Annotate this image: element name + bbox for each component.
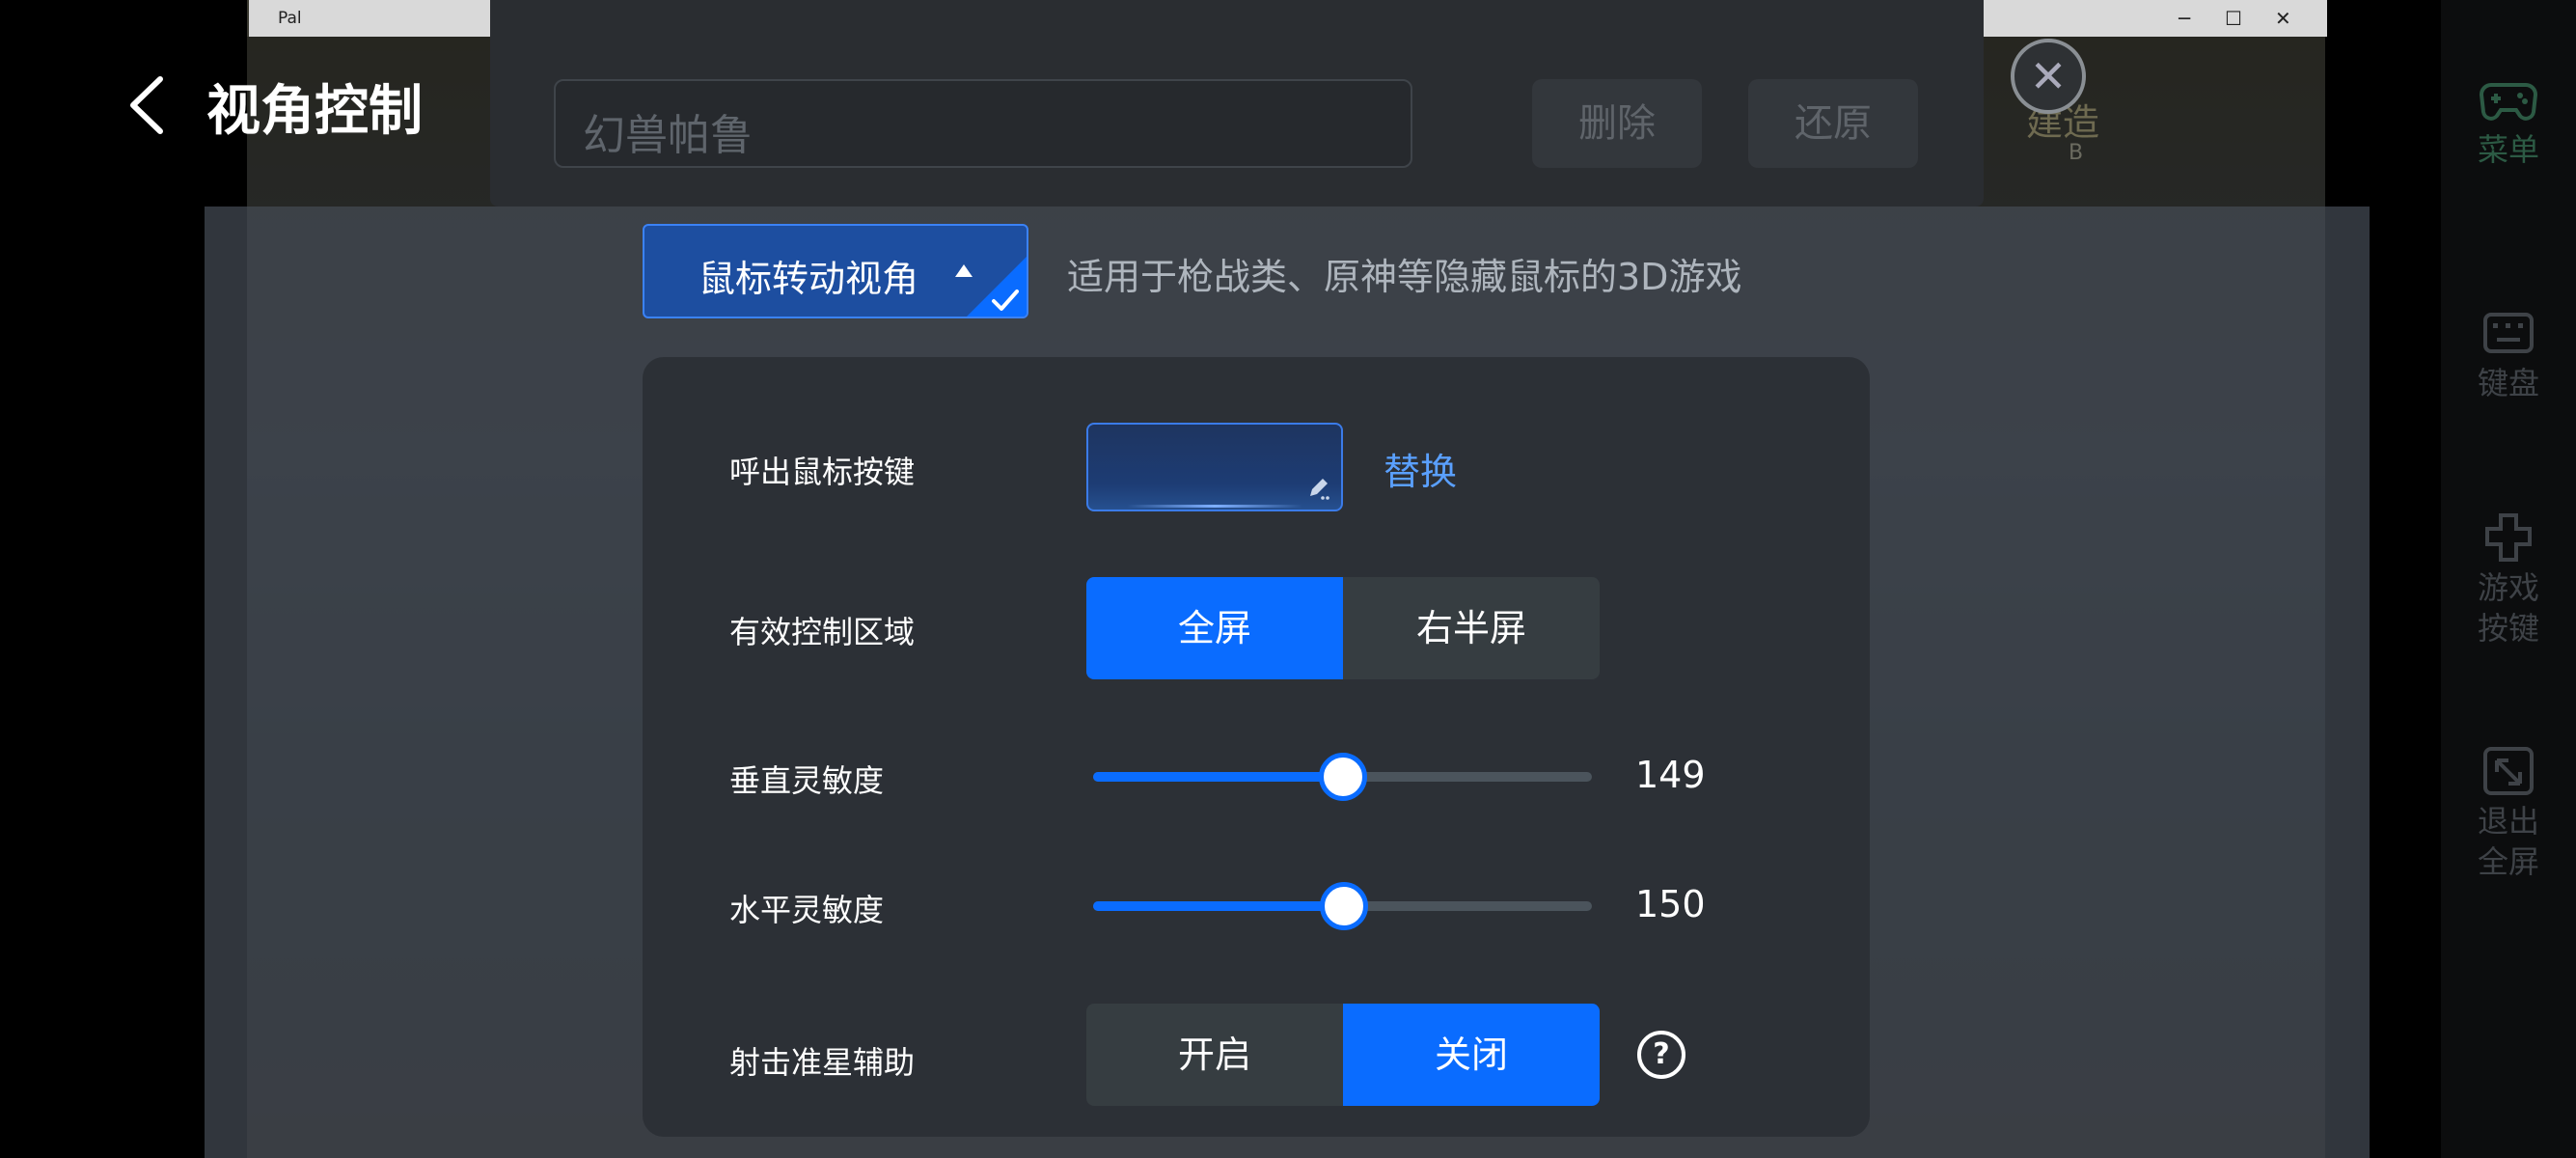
checkmark-icon [967, 257, 1027, 317]
horizontal-sensitivity-value: 150 [1635, 883, 1706, 925]
sidebar-item-label: 退出全屏 [2477, 803, 2539, 880]
maximize-icon: ☐ [2225, 7, 2242, 30]
exit-fullscreen-icon [2483, 747, 2534, 795]
sidebar-item-game-keys[interactable]: 游戏按键 [2441, 511, 2576, 648]
background-restore-button: 还原 [1748, 79, 1918, 168]
back-icon[interactable] [120, 71, 178, 139]
keyboard-icon [2483, 313, 2534, 353]
help-icon[interactable]: ? [1637, 1031, 1685, 1079]
hotkey-label: 呼出鼠标按键 [729, 454, 916, 490]
background-game-name-field: 幻兽帕鲁 [554, 79, 1412, 168]
mode-dropdown-label: 鼠标转动视角 [699, 258, 919, 300]
control-area-label: 有效控制区域 [729, 614, 916, 650]
window-title: Pal [278, 9, 302, 28]
vertical-sensitivity-label: 垂直灵敏度 [729, 762, 885, 799]
background-close-icon: ✕ [2011, 39, 2086, 114]
mode-dropdown[interactable]: 鼠标转动视角 [643, 224, 1028, 318]
background-delete-button: 删除 [1532, 79, 1702, 168]
slider-fill [1093, 772, 1343, 782]
horizontal-sensitivity-label: 水平灵敏度 [729, 892, 885, 928]
background-game-name: 幻兽帕鲁 [583, 111, 753, 160]
vertical-sensitivity-slider[interactable] [1093, 753, 1592, 801]
gamepad-icon [2480, 83, 2537, 121]
aim-assist-label: 射击准星辅助 [729, 1044, 916, 1081]
area-right-half-option[interactable]: 右半屏 [1343, 577, 1600, 679]
hotkey-input[interactable] [1086, 423, 1343, 511]
aim-assist-off-option[interactable]: 关闭 [1343, 1004, 1600, 1106]
dpad-icon [2485, 513, 2532, 562]
mode-description: 适用于枪战类、原神等隐藏鼠标的3D游戏 [1067, 256, 1742, 298]
slider-handle[interactable] [1319, 882, 1368, 930]
sidebar-item-keyboard[interactable]: 键盘 [2441, 307, 2576, 403]
vertical-sensitivity-value: 149 [1635, 754, 1706, 796]
pencil-icon [1310, 479, 1329, 500]
sidebar-item-label: 游戏按键 [2477, 569, 2539, 647]
sidebar-item-label: 键盘 [2477, 365, 2539, 401]
page-title: 视角控制 [206, 80, 423, 143]
sidebar-item-menu[interactable]: 菜单 [2441, 73, 2576, 170]
replace-link[interactable]: 替换 [1384, 442, 1457, 495]
background-build-key: B [2069, 141, 2084, 165]
slider-fill [1093, 901, 1344, 911]
window-close-icon: ✕ [2275, 7, 2291, 30]
slider-handle[interactable] [1318, 753, 1367, 801]
horizontal-sensitivity-slider[interactable] [1093, 882, 1592, 930]
minimize-icon: ─ [2179, 7, 2191, 30]
sidebar-item-exit-fullscreen[interactable]: 退出全屏 [2441, 745, 2576, 882]
game-sidebar: 菜单 键盘 游戏按键 退出全屏 [2441, 0, 2576, 1158]
aim-assist-on-option[interactable]: 开启 [1086, 1004, 1343, 1106]
area-fullscreen-option[interactable]: 全屏 [1086, 577, 1343, 679]
sidebar-item-label: 菜单 [2477, 131, 2539, 168]
